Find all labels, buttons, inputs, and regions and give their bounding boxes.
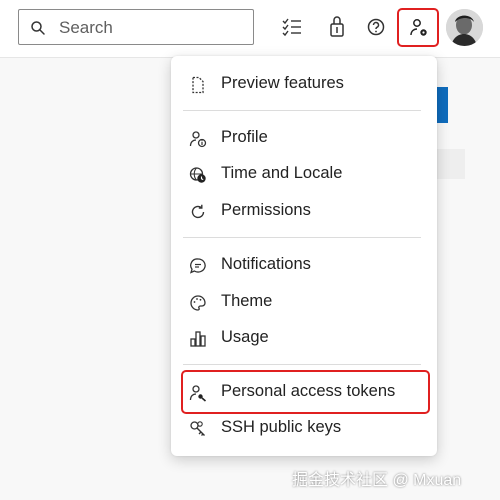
user-settings-icon — [410, 19, 427, 36]
shopping-bag-icon[interactable] — [326, 16, 348, 38]
top-bar — [0, 0, 500, 58]
menu-item-personal-access-tokens[interactable]: Personal access tokens — [171, 377, 437, 407]
key-icon — [190, 421, 205, 436]
person-key-icon — [189, 385, 207, 402]
menu-item-label: Notifications — [221, 255, 311, 273]
avatar-image — [446, 9, 483, 46]
menu-item-ssh-public-keys[interactable]: SSH public keys — [171, 413, 437, 443]
menu-divider — [183, 110, 421, 111]
menu-divider — [183, 364, 421, 365]
chat-bubble-icon — [189, 258, 206, 274]
menu-item-label: SSH public keys — [221, 418, 342, 436]
user-settings-menu: Preview features Profile Time and Locale… — [171, 56, 437, 456]
menu-item-label: Permissions — [221, 201, 311, 219]
menu-item-label: Profile — [221, 128, 268, 146]
avatar[interactable] — [446, 9, 483, 46]
menu-item-time-and-locale[interactable]: Time and Locale — [171, 159, 437, 189]
menu-item-theme[interactable]: Theme — [171, 287, 437, 317]
background-panel — [435, 149, 465, 179]
user-settings-button[interactable] — [397, 8, 439, 47]
profile-icon — [189, 131, 207, 148]
bar-chart-icon — [190, 331, 206, 347]
watermark: 掘金技术社区 @ Mxuan — [292, 472, 462, 489]
menu-divider — [183, 237, 421, 238]
help-icon[interactable] — [365, 16, 387, 38]
menu-item-label: Theme — [221, 292, 273, 310]
search-input[interactable] — [57, 16, 251, 40]
document-icon — [192, 76, 204, 94]
menu-item-label: Personal access tokens — [221, 382, 396, 400]
search-box[interactable] — [18, 9, 254, 45]
menu-item-profile[interactable]: Profile — [171, 123, 437, 153]
refresh-icon — [191, 204, 205, 219]
globe-clock-icon — [189, 167, 206, 183]
menu-item-label: Usage — [221, 328, 269, 346]
menu-item-label: Time and Locale — [221, 164, 343, 182]
search-icon — [31, 21, 45, 35]
menu-item-notifications[interactable]: Notifications — [171, 250, 437, 280]
menu-item-usage[interactable]: Usage — [171, 323, 437, 353]
palette-icon — [190, 295, 206, 311]
menu-item-permissions[interactable]: Permissions — [171, 196, 437, 226]
menu-item-label: Preview features — [221, 74, 344, 92]
task-list-icon[interactable] — [281, 16, 303, 38]
menu-item-preview-features[interactable]: Preview features — [171, 69, 437, 99]
